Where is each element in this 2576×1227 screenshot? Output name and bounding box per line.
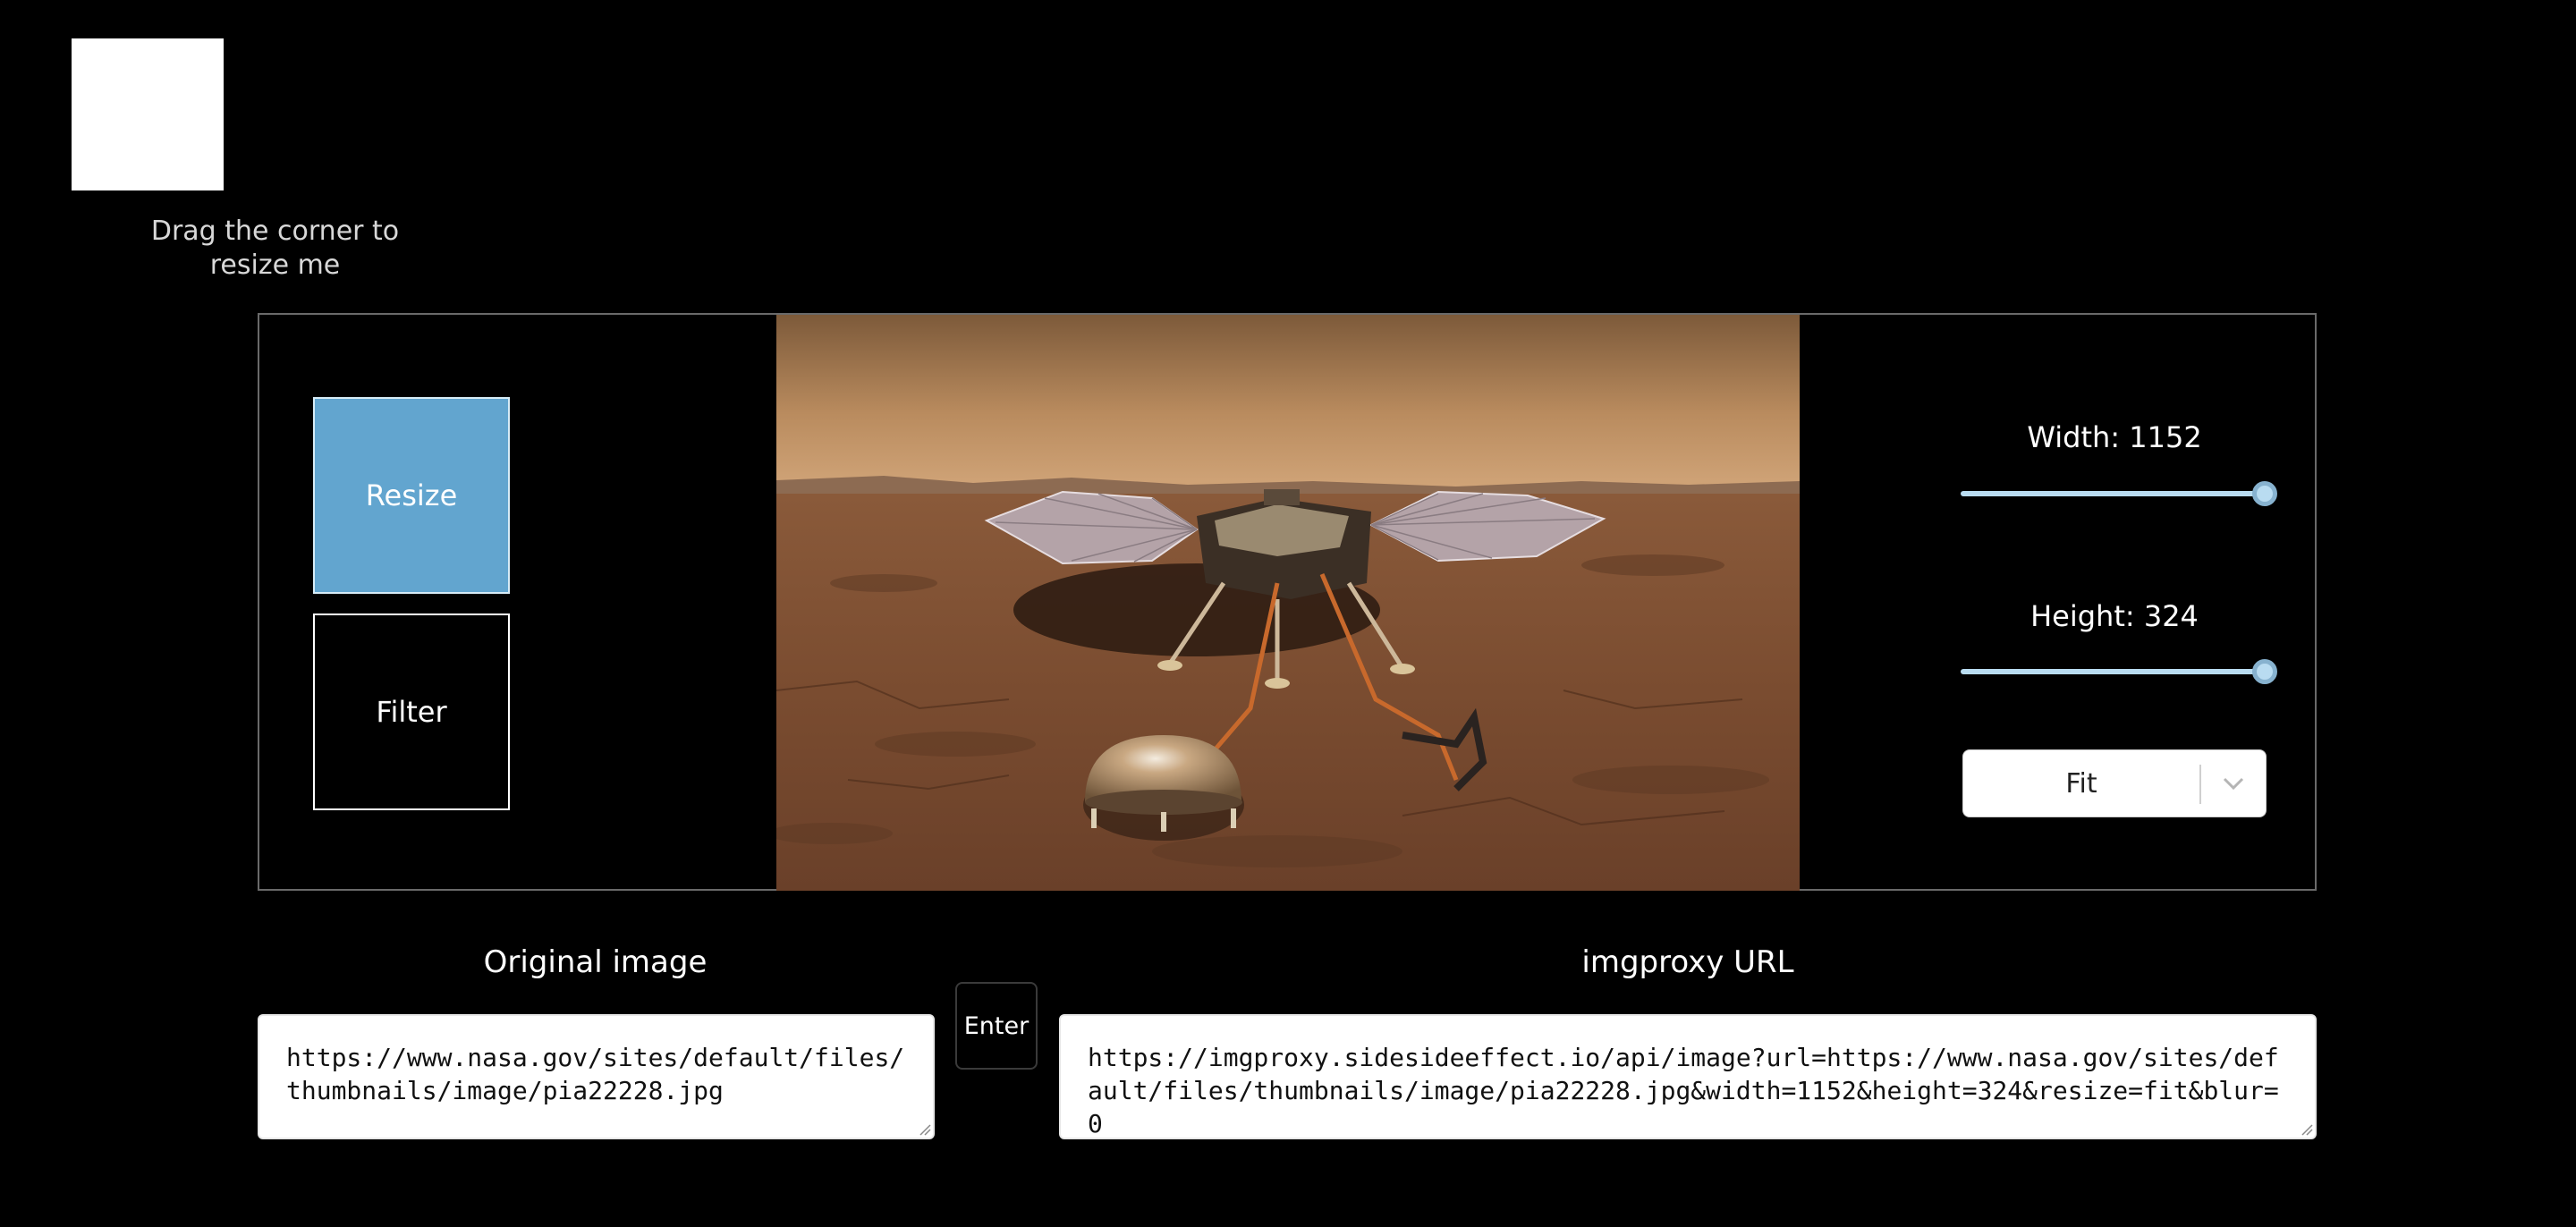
chevron-down-icon[interactable] xyxy=(2216,774,2251,795)
app-root: Drag the corner to resize me Resize Filt… xyxy=(0,0,2576,1227)
image-preview xyxy=(776,315,1800,891)
resizable-box[interactable] xyxy=(72,38,224,190)
imgproxy-url-text: https://imgproxy.sidesideeffect.io/api/i… xyxy=(1088,1043,2279,1138)
fit-select-value: Fit xyxy=(2065,768,2097,800)
select-separator xyxy=(2199,765,2201,804)
fit-select[interactable]: Fit xyxy=(1962,749,2267,817)
resize-grip-icon[interactable] xyxy=(2299,1121,2313,1136)
width-slider-track xyxy=(1961,491,2265,496)
filter-mode-button[interactable]: Filter xyxy=(313,614,510,810)
original-url-field[interactable]: https://www.nasa.gov/sites/default/files… xyxy=(258,1014,935,1139)
width-slider[interactable] xyxy=(1961,480,2277,507)
editor-panel: Resize Filter Width: 1152 Height: 324 Fi… xyxy=(258,313,2317,891)
height-label: Height: 324 xyxy=(2030,599,2199,633)
resize-grip-icon[interactable] xyxy=(917,1121,931,1136)
resize-mode-button[interactable]: Resize xyxy=(313,397,510,594)
width-slider-thumb[interactable] xyxy=(2252,481,2277,506)
height-slider-track xyxy=(1961,669,2265,674)
enter-button[interactable]: Enter xyxy=(955,982,1038,1070)
resize-caption: Drag the corner to resize me xyxy=(150,216,400,281)
width-label: Width: 1152 xyxy=(2027,420,2202,454)
height-slider[interactable] xyxy=(1961,658,2277,685)
resize-controls: Width: 1152 Height: 324 Fit xyxy=(1962,315,2267,891)
imgproxy-url-title: imgproxy URL xyxy=(1581,944,1794,980)
mars-lander-image xyxy=(776,315,1800,891)
height-slider-thumb[interactable] xyxy=(2252,659,2277,684)
original-url-text: https://www.nasa.gov/sites/default/files… xyxy=(286,1043,905,1105)
imgproxy-url-field[interactable]: https://imgproxy.sidesideeffect.io/api/i… xyxy=(1059,1014,2317,1139)
original-image-title: Original image xyxy=(483,944,708,980)
